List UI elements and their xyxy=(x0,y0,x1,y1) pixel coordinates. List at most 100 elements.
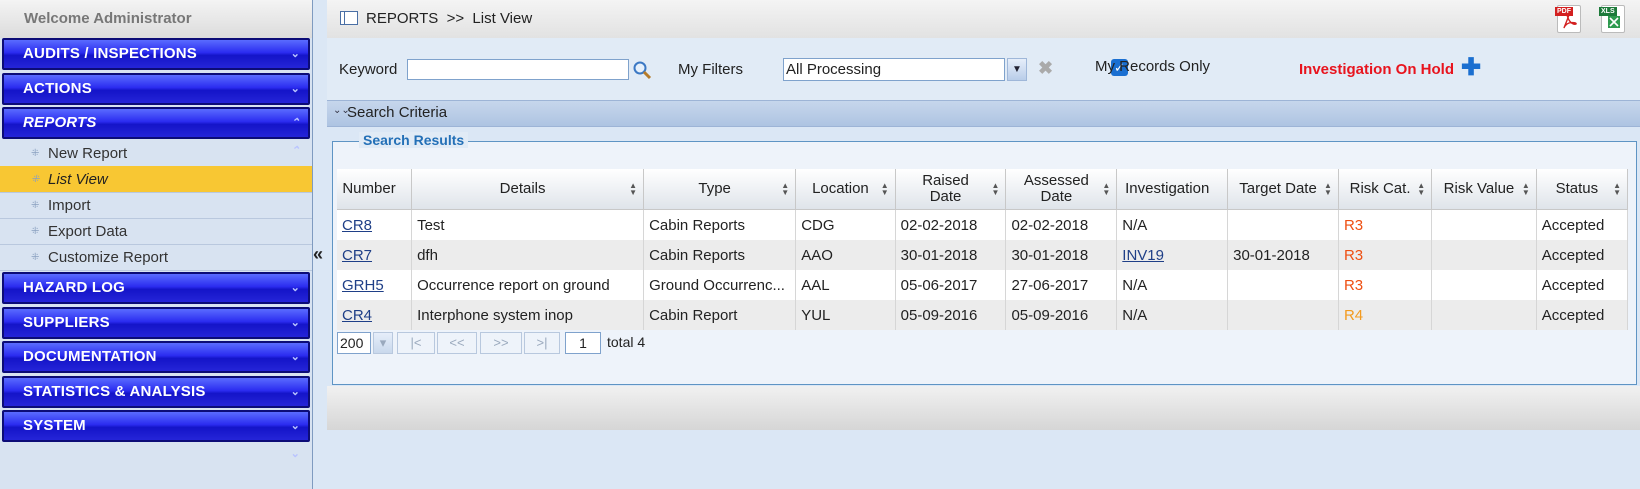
cell-raised-date: 30-01-2018 xyxy=(895,240,1007,270)
cell-details: dfh xyxy=(411,240,645,270)
sidebar-item-export-data[interactable]: ⁜ Export Data xyxy=(0,218,312,245)
column-label: Type xyxy=(698,180,731,197)
table-row[interactable]: CR8 Test Cabin Reports CDG 02-02-2018 02… xyxy=(337,209,1629,240)
prev-page-button[interactable]: << xyxy=(437,332,477,354)
nav-suppliers[interactable]: SUPPLIERS ⌄⌄ xyxy=(2,307,310,357)
last-page-button[interactable]: >| xyxy=(524,332,560,354)
sort-icon: ▲ ▼ xyxy=(629,181,638,197)
nav-audits-inspections[interactable]: AUDITS / INSPECTIONS ⌄⌄ xyxy=(2,38,310,88)
cell-risk-value xyxy=(1431,240,1537,270)
sidebar-item-new-report[interactable]: ⁜ New Report xyxy=(0,140,312,167)
cell-assessed-date: 27-06-2017 xyxy=(1005,270,1118,300)
cell-details: Occurrence report on ground xyxy=(411,270,645,300)
cell-assessed-date: 30-01-2018 xyxy=(1005,240,1118,270)
cell-location: CDG xyxy=(795,209,896,240)
add-icon[interactable]: ✚ xyxy=(1461,56,1481,80)
search-criteria-toggle[interactable]: ⌄⌄ Search Criteria xyxy=(327,100,1640,127)
column-header-target-date[interactable]: Target Date ▲ ▼ xyxy=(1227,169,1339,210)
sort-icon: ▲ ▼ xyxy=(880,181,889,197)
column-header-location[interactable]: Location ▲ ▼ xyxy=(795,169,896,210)
total-label: total xyxy=(607,334,634,350)
cell-risk-value xyxy=(1431,209,1537,240)
nav-documentation[interactable]: DOCUMENTATION ⌄⌄ xyxy=(2,341,310,391)
column-header-investigation[interactable]: Investigation xyxy=(1116,169,1229,210)
chevron-down-icon[interactable]: ▼ xyxy=(1007,58,1027,81)
sidebar-item-import[interactable]: ⁜ Import xyxy=(0,192,312,219)
sort-icon: ▲ ▼ xyxy=(991,181,1000,197)
nav-label: SUPPLIERS xyxy=(23,314,110,331)
cell-investigation: N/A xyxy=(1116,300,1229,330)
sidebar-item-label: Customize Report xyxy=(48,249,169,266)
nav-statistics-analysis[interactable]: STATISTICS & ANALYSIS ⌄⌄ xyxy=(2,376,310,426)
footer-band xyxy=(327,386,1640,430)
cell-status: Accepted xyxy=(1536,209,1629,240)
my-filters-select[interactable]: All Processing xyxy=(783,58,1005,81)
cell-status: Accepted xyxy=(1536,300,1629,330)
cell-status: Accepted xyxy=(1536,270,1629,300)
column-header-assessed-date[interactable]: Assessed Date ▲ ▼ xyxy=(1005,169,1118,210)
table-row[interactable]: CR7 dfh Cabin Reports AAO 30-01-2018 30-… xyxy=(337,240,1629,270)
cell-number[interactable]: CR4 xyxy=(337,300,413,330)
chevron-down-icon: ⌄⌄ xyxy=(290,420,300,460)
main-panel: REPORTS >> List View PDF XLS Keyword My … xyxy=(327,0,1640,489)
investigation-link[interactable]: INV19 xyxy=(1122,247,1164,264)
record-link[interactable]: GRH5 xyxy=(342,277,384,294)
cell-number[interactable]: CR8 xyxy=(337,209,413,240)
column-header-risk-cat[interactable]: Risk Cat. ▲ ▼ xyxy=(1338,169,1433,210)
sidebar-item-list-view[interactable]: ⁜ List View xyxy=(0,166,312,193)
column-header-risk-value[interactable]: Risk Value ▲ ▼ xyxy=(1431,169,1537,210)
first-page-button[interactable]: |< xyxy=(397,332,435,354)
bullet-icon: ⁜ xyxy=(31,200,40,211)
nav-actions[interactable]: ACTIONS ⌄⌄ xyxy=(2,73,310,123)
nav-reports[interactable]: REPORTS ⌃ ⌃ xyxy=(2,107,310,157)
column-header-number[interactable]: Number xyxy=(337,169,413,210)
nav-system[interactable]: SYSTEM ⌄ ⌄ xyxy=(2,410,310,460)
search-icon[interactable] xyxy=(632,60,652,80)
cell-number[interactable]: CR7 xyxy=(337,240,413,270)
column-header-details[interactable]: Details ▲ ▼ xyxy=(411,169,645,210)
cell-location: YUL xyxy=(795,300,896,330)
column-header-status[interactable]: Status ▲ ▼ xyxy=(1536,169,1629,210)
keyword-input[interactable] xyxy=(407,59,629,80)
investigation-on-hold-link[interactable]: Investigation On Hold xyxy=(1299,61,1454,78)
column-label: Risk Value xyxy=(1443,180,1515,197)
column-label: Investigation xyxy=(1125,180,1210,197)
cell-risk-cat: R3 xyxy=(1338,240,1433,270)
nav-label: HAZARD LOG xyxy=(23,279,125,296)
column-header-type[interactable]: Type ▲ ▼ xyxy=(643,169,797,210)
total-value: 4 xyxy=(637,334,646,350)
column-label: Assessed Date xyxy=(1023,172,1089,205)
collapse-sidebar-icon[interactable]: « xyxy=(313,244,327,264)
column-header-raised-date[interactable]: Raised Date ▲ ▼ xyxy=(895,169,1007,210)
column-label: Status xyxy=(1555,180,1599,197)
nav-hazard-log[interactable]: HAZARD LOG ⌄⌄ xyxy=(2,272,310,322)
cell-risk-value xyxy=(1431,300,1537,330)
cell-target-date xyxy=(1227,270,1339,300)
cell-type: Cabin Reports xyxy=(643,240,797,270)
search-criteria-label: Search Criteria xyxy=(347,104,448,121)
excel-export-icon[interactable]: XLS xyxy=(1599,5,1625,33)
table-row[interactable]: GRH5 Occurrence report on ground Ground … xyxy=(337,270,1629,300)
nav-label: REPORTS xyxy=(23,114,97,131)
table-row[interactable]: CR4 Interphone system inop Cabin Report … xyxy=(337,300,1629,330)
page-size-select[interactable]: 200 xyxy=(337,332,371,354)
cell-location: AAL xyxy=(795,270,896,300)
pdf-export-icon[interactable]: PDF xyxy=(1555,5,1581,33)
clear-filter-icon[interactable]: ✖ xyxy=(1038,58,1053,79)
cell-raised-date: 05-06-2017 xyxy=(895,270,1007,300)
record-link[interactable]: CR7 xyxy=(342,247,372,264)
bullet-icon: ⁜ xyxy=(31,226,40,237)
cell-risk-cat: R3 xyxy=(1338,209,1433,240)
cell-investigation[interactable]: INV19 xyxy=(1116,240,1229,270)
cell-number[interactable]: GRH5 xyxy=(337,270,413,300)
sidebar-item-customize-report[interactable]: ⁜ Customize Report xyxy=(0,244,312,271)
next-page-button[interactable]: >> xyxy=(480,332,522,354)
record-link[interactable]: CR8 xyxy=(342,217,372,234)
bullet-icon: ⁜ xyxy=(31,174,40,185)
cell-risk-value xyxy=(1431,270,1537,300)
record-link[interactable]: CR4 xyxy=(342,307,372,324)
cell-raised-date: 02-02-2018 xyxy=(895,209,1007,240)
chevron-down-icon[interactable]: ▾ xyxy=(373,332,393,354)
cell-type: Cabin Reports xyxy=(643,209,797,240)
page-number-input[interactable]: 1 xyxy=(565,332,601,354)
